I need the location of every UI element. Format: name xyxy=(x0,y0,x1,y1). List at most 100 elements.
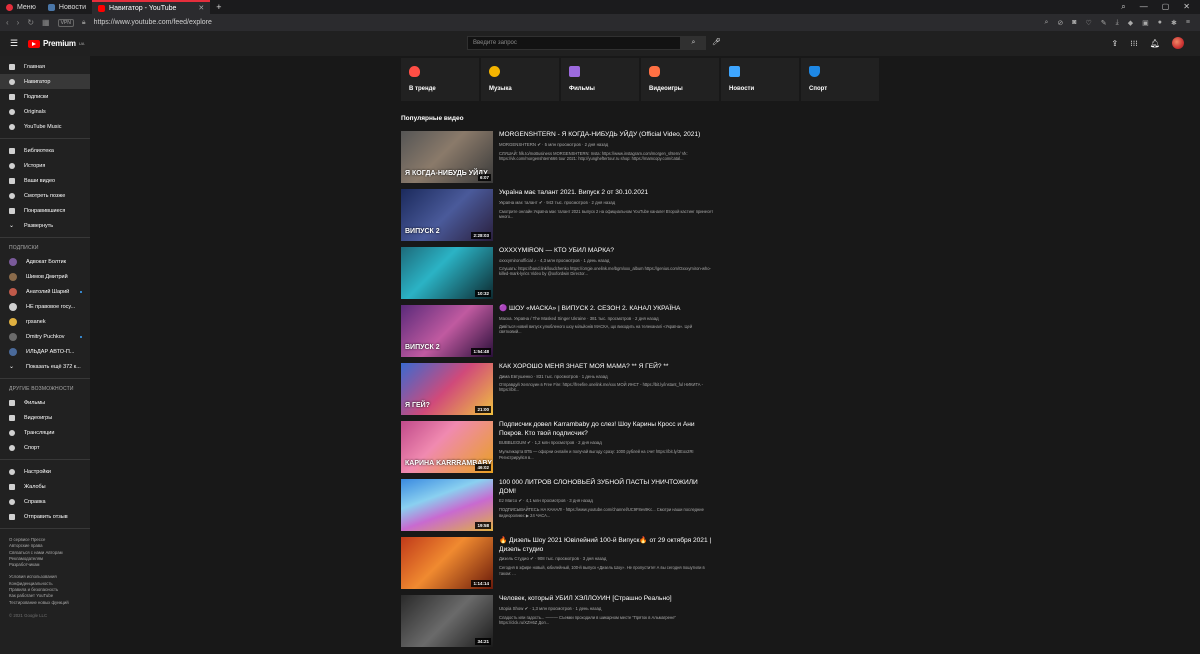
sidebar-item-your-videos[interactable]: Ваши видео xyxy=(0,173,90,188)
sidebar-item-sports[interactable]: Спорт xyxy=(0,440,90,455)
heart-icon[interactable]: ♡ xyxy=(1086,19,1092,27)
extension-icon[interactable]: ▣ xyxy=(1142,19,1149,27)
sidebar-item-movies[interactable]: Фильмы xyxy=(0,395,90,410)
sidebar-channel[interactable]: Dmitry Puchkov xyxy=(0,329,90,344)
sidebar-item-home[interactable]: Главная xyxy=(0,59,90,74)
video-row[interactable]: ВИПУСК 2 1:54:48 🟣 ШОУ «МАСКА» | ВИПУСК 2.… xyxy=(401,305,721,358)
video-row[interactable]: КАРИНА KARRRAMBABY 46:02 Подписчик довел K… xyxy=(401,421,721,474)
video-title[interactable]: 100 000 ЛИТРОВ СЛОНОВЬЕЙ ЗУБНОЙ ПАСТЫ УН… xyxy=(499,479,714,496)
video-row[interactable]: Я ГЕЙ? 21:00 КАК ХОРОШО МЕНЯ ЗНАЕТ МОЯ МАМ… xyxy=(401,363,721,416)
maximize-icon[interactable]: ▢ xyxy=(1162,2,1170,12)
video-title[interactable]: 🔥 Дизель Шоу 2021 Ювілейний 100-й Випуск… xyxy=(499,537,714,554)
sidebar-item-library[interactable]: Библиотека xyxy=(0,143,90,158)
sidebar-item-watch-later[interactable]: Смотреть позже xyxy=(0,188,90,203)
sidebar-channel[interactable]: Анатолий Шарий xyxy=(0,284,90,299)
hamburger-menu-icon[interactable]: ☰ xyxy=(10,38,18,49)
extension-icon[interactable]: ◆ xyxy=(1128,19,1133,27)
video-row[interactable]: Я КОГДА-НИБУДЬ УЙДУ 6:07 MORGENSHTERN - Я … xyxy=(401,131,721,184)
menu-icon[interactable]: ≡ xyxy=(1186,19,1190,27)
sidebar-show-more[interactable]: ⌄ Показать ещё 372 к... xyxy=(0,359,90,374)
minimize-icon[interactable]: — xyxy=(1140,2,1148,12)
video-thumbnail[interactable]: 34:21 xyxy=(401,595,493,647)
video-title[interactable]: 🟣 ШОУ «МАСКА» | ВИПУСК 2. СЕЗОН 2. КАНАЛ… xyxy=(499,305,714,314)
sidebar-item-liked[interactable]: Понравившиеся xyxy=(0,203,90,218)
sidebar-channel[interactable]: rpsanek xyxy=(0,314,90,329)
history-icon xyxy=(9,162,15,169)
category-news[interactable]: Новости xyxy=(721,58,799,101)
tab-news[interactable]: Новости xyxy=(42,0,92,14)
video-title[interactable]: Человек, который УБИЛ ХЭЛЛОУИН [Страшно … xyxy=(499,595,714,604)
video-thumbnail[interactable]: 10:32 xyxy=(401,247,493,299)
video-row[interactable]: 10:32 OXXXYMIRON — КТО УБИЛ МАРКА? oxxxymi… xyxy=(401,247,721,300)
video-thumbnail[interactable]: ВИПУСК 2 2:28:03 xyxy=(401,189,493,241)
upload-icon[interactable]: ⇪ xyxy=(1112,39,1119,48)
sidebar-channel[interactable]: НЕ правовое госу... xyxy=(0,299,90,314)
video-thumbnail[interactable]: 19:58 xyxy=(401,479,493,531)
category-music[interactable]: Музыка xyxy=(481,58,559,101)
video-thumbnail[interactable]: КАРИНА KARRRAMBABY 46:02 xyxy=(401,421,493,473)
footer-link[interactable]: Тестирование новых функций xyxy=(9,600,81,606)
footer-link[interactable]: Разработчикам xyxy=(9,562,81,568)
category-movies[interactable]: Фильмы xyxy=(561,58,639,101)
adblock-icon[interactable]: ⊘ xyxy=(1057,19,1063,27)
logo-text: Premium xyxy=(43,39,76,48)
bell-icon[interactable]: 🔔︎ xyxy=(1150,39,1160,48)
speed-dial-icon[interactable]: ▦ xyxy=(42,18,50,27)
mic-icon[interactable]: 🎤︎ xyxy=(712,38,721,46)
sidebar-item-explore[interactable]: Навигатор xyxy=(0,74,90,89)
sidebar-item-gaming[interactable]: Видеоигры xyxy=(0,410,90,425)
tab-menu[interactable]: Меню xyxy=(0,0,42,14)
video-thumbnail[interactable]: Я КОГДА-НИБУДЬ УЙДУ 6:07 xyxy=(401,131,493,183)
sidebar-channel[interactable]: ИЛЬДАР АВТО-П... xyxy=(0,344,90,359)
video-row[interactable]: 34:21 Человек, который УБИЛ ХЭЛЛОУИН [Стр… xyxy=(401,595,721,648)
video-row[interactable]: ВИПУСК 2 2:28:03 Україна має талант 2021. … xyxy=(401,189,721,242)
video-title[interactable]: MORGENSHTERN - Я КОГДА-НИБУДЬ УЙДУ (Offi… xyxy=(499,131,714,140)
video-title[interactable]: КАК ХОРОШО МЕНЯ ЗНАЕТ МОЯ МАМА? ** Я ГЕЙ… xyxy=(499,363,714,372)
puzzle-icon[interactable]: ✱ xyxy=(1171,19,1177,27)
download-icon[interactable]: ⤓ xyxy=(1116,19,1119,27)
apps-icon[interactable]: ⁝⁝⁝ xyxy=(1130,39,1138,48)
tab-youtube[interactable]: Навигатор - YouTube ✕ xyxy=(92,0,211,14)
sidebar-channel[interactable]: Шимов Дмитрий xyxy=(0,269,90,284)
sidebar-item-subscriptions[interactable]: Подписки xyxy=(0,89,90,104)
video-title[interactable]: OXXXYMIRON — КТО УБИЛ МАРКА? xyxy=(499,247,714,256)
category-trending[interactable]: В тренде xyxy=(401,58,479,101)
video-title[interactable]: Подписчик довел Karrambaby до слез! Шоу … xyxy=(499,421,714,438)
category-gaming[interactable]: Видеоигры xyxy=(641,58,719,101)
vpn-badge[interactable]: VPN xyxy=(57,18,74,27)
search-icon[interactable]: ⌕ xyxy=(1121,2,1125,12)
search-input[interactable]: Введите запрос xyxy=(467,36,681,50)
video-thumbnail[interactable]: 1:14:14 xyxy=(401,537,493,589)
thumbs-up-icon xyxy=(9,207,15,214)
sidebar-item-settings[interactable]: Настройки xyxy=(0,464,90,479)
video-title[interactable]: Україна має талант 2021. Випуск 2 от 30.… xyxy=(499,189,714,198)
video-row[interactable]: 19:58 100 000 ЛИТРОВ СЛОНОВЬЕЙ ЗУБНОЙ ПАС… xyxy=(401,479,721,532)
sidebar-item-help[interactable]: Справка xyxy=(0,494,90,509)
new-tab-button[interactable]: + xyxy=(210,0,227,14)
sidebar-item-live[interactable]: Трансляции xyxy=(0,425,90,440)
url-field[interactable]: https://www.youtube.com/feed/explore xyxy=(94,19,212,26)
forward-icon[interactable]: › xyxy=(17,18,20,27)
youtube-logo[interactable]: Premium UA xyxy=(28,39,84,48)
close-icon[interactable]: ✕ xyxy=(198,4,204,12)
category-sports[interactable]: Спорт xyxy=(801,58,879,101)
search-button[interactable]: ⌕ xyxy=(681,36,706,50)
sidebar-item-expand[interactable]: ⌄ Развернуть xyxy=(0,218,90,233)
reload-icon[interactable]: ↻ xyxy=(27,18,34,27)
camera-icon[interactable]: ◙ xyxy=(1072,19,1076,27)
video-row[interactable]: 1:14:14 🔥 Дизель Шоу 2021 Ювілейний 100-й… xyxy=(401,537,721,590)
avatar[interactable] xyxy=(1172,37,1184,49)
sidebar-item-reports[interactable]: Жалобы xyxy=(0,479,90,494)
sidebar-item-originals[interactable]: Originals xyxy=(0,104,90,119)
sidebar-item-history[interactable]: История xyxy=(0,158,90,173)
search-icon[interactable]: ⌕ xyxy=(1044,19,1048,27)
back-icon[interactable]: ‹ xyxy=(6,18,9,27)
video-thumbnail[interactable]: Я ГЕЙ? 21:00 xyxy=(401,363,493,415)
video-thumbnail[interactable]: ВИПУСК 2 1:54:48 xyxy=(401,305,493,357)
sidebar-item-music[interactable]: YouTube Music xyxy=(0,119,90,134)
close-window-icon[interactable]: ✕ xyxy=(1183,2,1190,12)
extension-icon[interactable]: ● xyxy=(1158,19,1162,27)
sidebar-channel[interactable]: Адвокат Болтик xyxy=(0,254,90,269)
edit-icon[interactable]: ✎ xyxy=(1101,19,1107,27)
sidebar-item-feedback[interactable]: Отправить отзыв xyxy=(0,509,90,524)
